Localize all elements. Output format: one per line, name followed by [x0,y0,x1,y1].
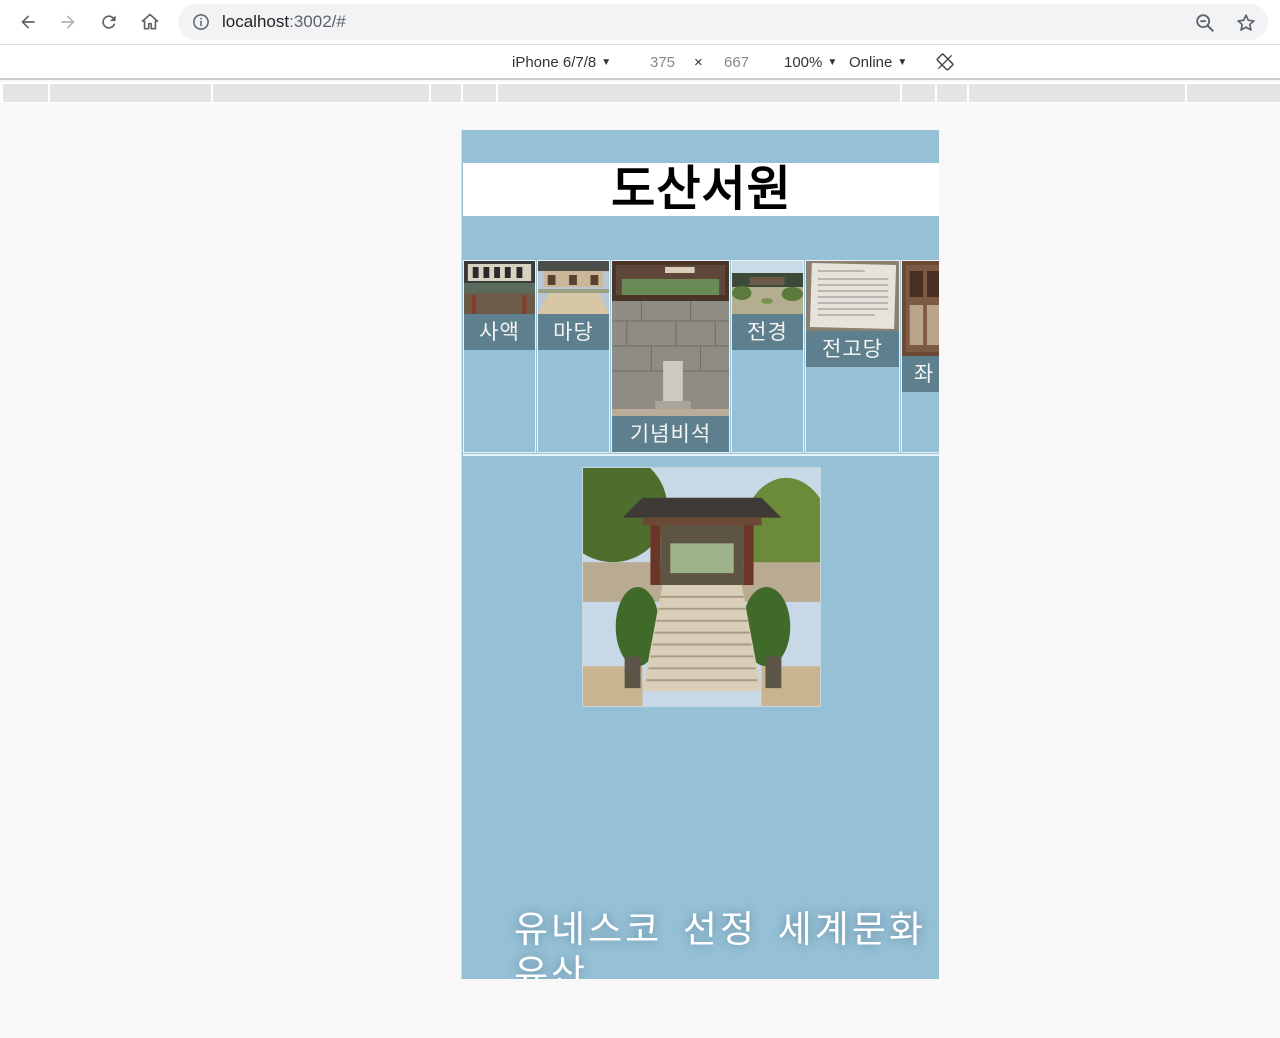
page-title: 도산서원 [611,161,792,217]
gallery-photo [612,261,729,416]
gallery-item[interactable]: 기념비석 [611,260,730,453]
gallery-item[interactable]: 전경 [731,260,804,453]
gallery-item[interactable]: 전고당 [805,260,900,453]
media-query-bar[interactable] [902,84,935,102]
feature-photo[interactable] [582,467,821,707]
zoom-value: 100% [784,54,823,71]
gallery-item[interactable]: 사액 [463,260,536,453]
media-query-bar[interactable] [937,84,967,102]
header: 도산서원 [463,163,939,216]
rotate-icon[interactable] [935,52,955,72]
media-query-bar[interactable] [969,84,1185,102]
media-query-bar[interactable] [498,84,900,102]
gallery-caption: 전경 [732,314,803,350]
reload-icon [102,15,116,29]
dimension-separator: × [694,54,703,71]
forward-button[interactable] [52,6,84,38]
gallery-caption: 마당 [538,314,609,350]
photo-gallery: 사액 마당 기념비석 전경 전고당 좌 [463,260,939,455]
bookmark-star-icon[interactable] [1235,12,1257,34]
device-name: iPhone 6/7/8 [512,54,597,71]
forward-arrow-icon [61,15,75,29]
caret-down-icon: ▼ [827,57,838,68]
media-query-bar[interactable] [3,84,48,102]
width-input[interactable]: 375 [650,54,675,71]
network-value: Online [849,54,893,71]
gallery-caption: 좌 [902,356,939,392]
gallery-photo [902,261,939,356]
media-query-bar[interactable] [1187,84,1280,102]
media-query-ruler [0,82,1280,103]
media-query-bar[interactable] [213,84,429,102]
back-button[interactable] [12,6,44,38]
emulated-page: 도산서원 사액 마당 기념비석 전경 전고당 좌 유네스코 선정 세계문화유산 [461,130,939,979]
caret-down-icon: ▼ [601,57,612,68]
network-select[interactable]: Online ▼ [849,54,907,71]
zoom-select[interactable]: 100% ▼ [784,54,837,71]
gallery-caption: 기념비석 [612,416,729,452]
url-text[interactable]: localhost:3002/# [222,12,346,32]
home-button[interactable] [134,6,166,38]
address-bar[interactable]: localhost:3002/# [178,4,1268,40]
home-icon [141,13,159,30]
media-query-bar[interactable] [463,84,496,102]
gallery-item[interactable]: 좌 [901,260,939,453]
device-select[interactable]: iPhone 6/7/8 ▼ [512,54,611,71]
headline: 유네스코 선정 세계문화유산 [514,908,926,979]
height-input[interactable]: 667 [724,54,749,71]
url-path: :3002/# [289,12,346,31]
reload-button[interactable] [93,6,125,38]
gallery-photo [732,261,803,314]
zoom-out-icon[interactable] [1194,12,1216,34]
browser-toolbar: localhost:3002/# [0,0,1280,45]
gallery-photo [538,261,609,314]
gallery-photo [806,261,899,331]
info-icon[interactable] [192,13,210,31]
gallery-caption: 사액 [464,314,535,350]
back-arrow-icon [21,15,35,29]
media-query-bar[interactable] [50,84,211,102]
url-host: localhost [222,12,290,31]
gallery-divider [463,454,939,456]
media-query-bar[interactable] [431,84,461,102]
caret-down-icon: ▼ [897,57,908,68]
gallery-photo [464,261,535,314]
device-toolbar: iPhone 6/7/8 ▼ 375 × 667 100% ▼ Online ▼ [0,45,1280,80]
gallery-caption: 전고당 [806,331,899,367]
gallery-item[interactable]: 마당 [537,260,610,453]
